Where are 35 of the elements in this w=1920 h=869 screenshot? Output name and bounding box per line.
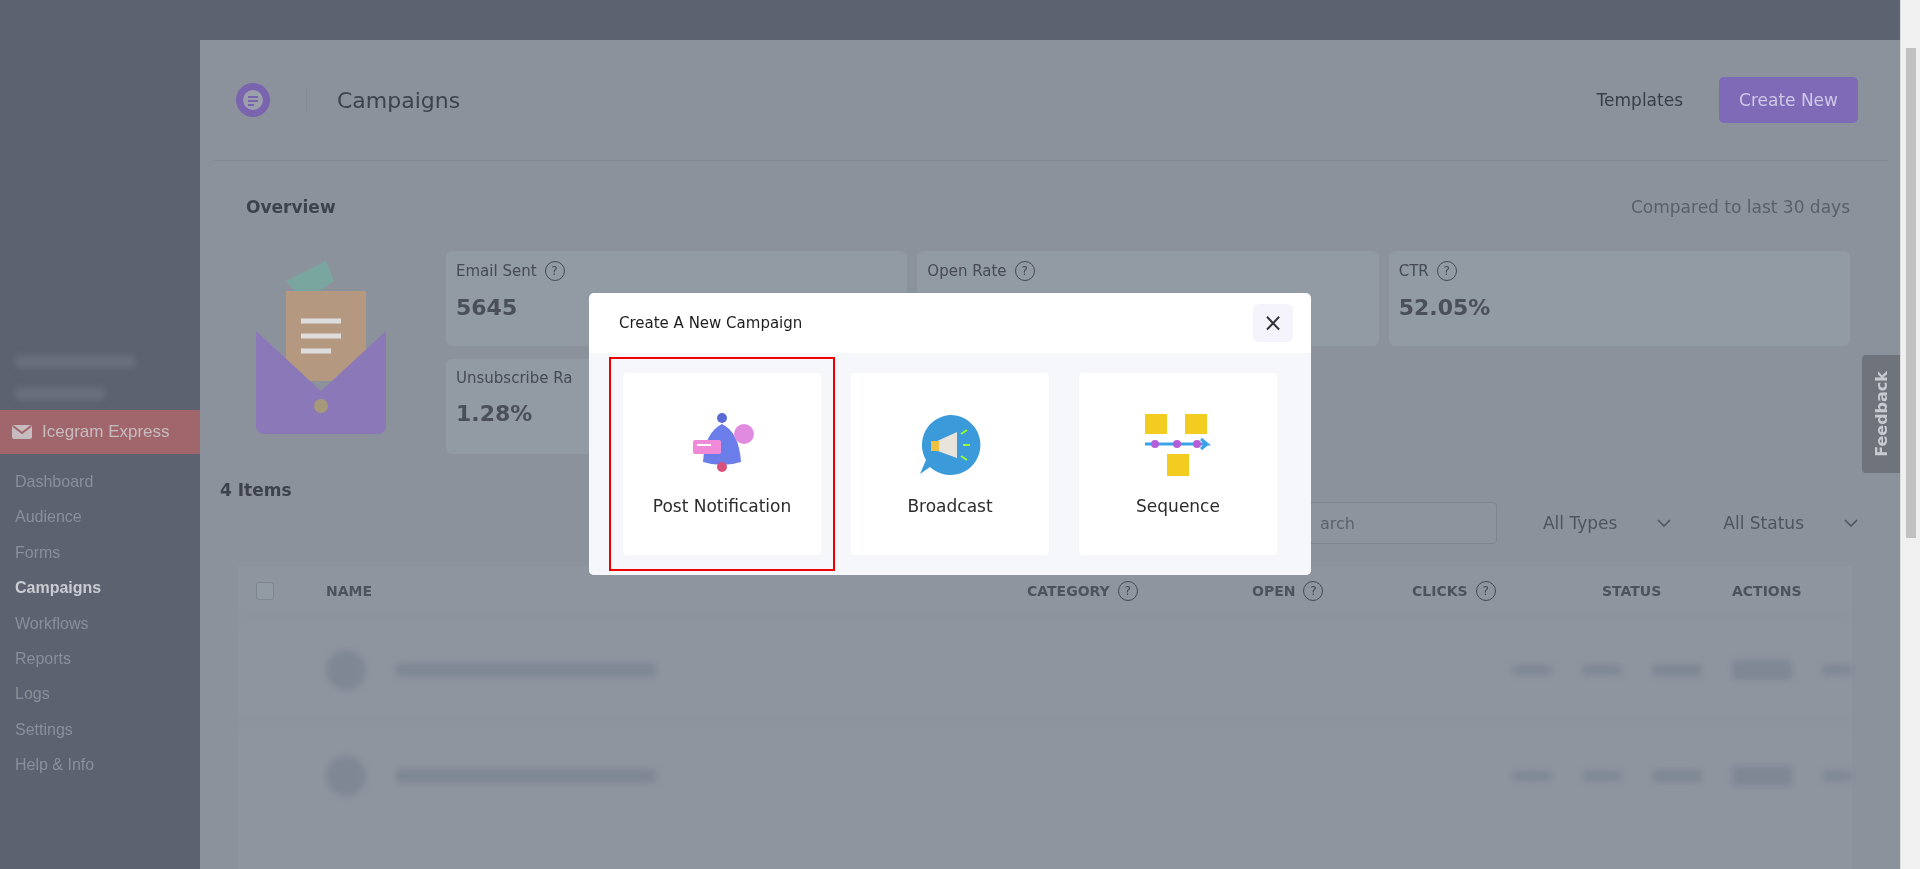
stat-value: 5645 — [456, 295, 519, 320]
column-header: STATUS — [1602, 583, 1662, 599]
stat-label: Email Sent — [456, 262, 537, 280]
campaign-type-option[interactable]: Broadcast — [851, 373, 1049, 555]
section-title: Overview — [246, 197, 336, 217]
create-new-button[interactable]: Create New — [1719, 77, 1858, 123]
campaign-type-option[interactable]: Sequence — [1079, 373, 1277, 555]
campaign-type-option[interactable]: Post Notification — [623, 373, 821, 555]
filter-dropdown[interactable]: All Types — [1536, 512, 1678, 534]
item-count: 4 Items — [219, 480, 293, 500]
stat-label: Unsubscribe Ra — [456, 369, 573, 387]
close-button[interactable]: × — [1253, 304, 1293, 342]
column-header: CLICKS — [1412, 583, 1468, 599]
scrollbar-thumb[interactable] — [1905, 48, 1916, 538]
envelope-icon — [12, 425, 32, 439]
megaphone-bubble-icon — [917, 412, 983, 478]
column-header: ACTIONS — [1732, 583, 1802, 599]
stat-value: 52.05% — [1398, 295, 1492, 320]
feedback-tab[interactable]: Feedback — [1862, 355, 1900, 473]
stat-label: CTR — [1398, 262, 1429, 280]
chevron-down-icon — [1844, 519, 1858, 527]
logo-icon — [236, 83, 270, 117]
dialog-title: Create A New Campaign — [619, 314, 803, 332]
column-header: NAME — [326, 583, 373, 599]
plugin-menu-item[interactable]: Icegram Express — [0, 410, 200, 454]
sidebar-item[interactable]: Campaigns — [0, 570, 200, 606]
column-header: OPEN — [1252, 583, 1296, 599]
chevron-down-icon — [1657, 519, 1672, 527]
column-header: CATEGORY — [1027, 583, 1110, 599]
stat-value: 1.28% — [456, 401, 534, 426]
stat-label: Open Rate — [927, 262, 1007, 280]
page-title: Campaigns — [306, 87, 1591, 113]
templates-link[interactable]: Templates — [1590, 89, 1689, 111]
sequence-drawing — [1143, 412, 1213, 478]
filter-dropdown[interactable]: All Status — [1717, 512, 1864, 534]
